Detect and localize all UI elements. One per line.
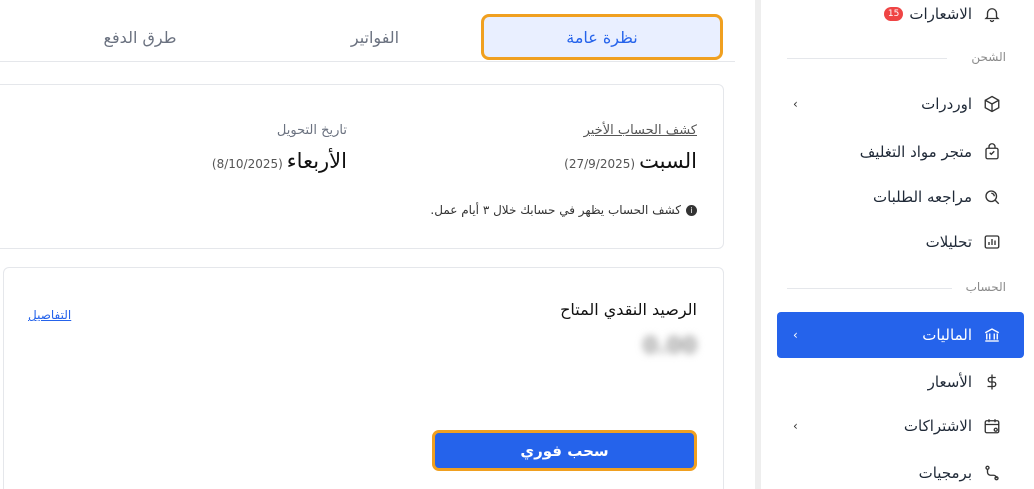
- balance-amount: 0.00: [642, 334, 697, 359]
- transfer-date: (8/10/2025): [211, 157, 283, 171]
- sidebar-item-label: الأسعار: [927, 373, 972, 391]
- sidebar-item-label: الاشعارات: [909, 5, 972, 23]
- tab-invoices[interactable]: الفواتير: [275, 14, 475, 60]
- withdraw-button[interactable]: سحب فوري: [432, 430, 697, 471]
- sidebar-item-finances[interactable]: الماليات ›: [777, 312, 1024, 358]
- sidebar: الاشعارات 15 الشحن اوردرات › متجر مواد ا…: [755, 0, 1034, 489]
- tab-payment-methods[interactable]: طرق الدفع: [40, 14, 240, 60]
- sidebar-item-label: الاشتراكات: [903, 417, 972, 435]
- sidebar-item-prices[interactable]: الأسعار: [777, 362, 1024, 402]
- chevron-icon: ›: [793, 328, 798, 342]
- chevron-icon: ›: [793, 97, 798, 111]
- info-icon: i: [686, 204, 697, 216]
- last-statement-link[interactable]: كشف الحساب الأخير: [584, 123, 697, 138]
- section-label-account: الحساب: [965, 280, 1006, 294]
- sidebar-item-orders[interactable]: اوردرات ›: [777, 84, 1024, 124]
- bell-icon: [982, 4, 1002, 24]
- sidebar-item-software[interactable]: برمجيات: [777, 453, 1024, 489]
- bank-icon: [982, 325, 1002, 345]
- sidebar-item-label: مراجعه الطلبات: [872, 188, 972, 206]
- calendar-icon: [982, 416, 1002, 436]
- sidebar-item-analytics[interactable]: تحليلات: [777, 222, 1024, 262]
- chevron-icon: ›: [793, 419, 798, 433]
- sidebar-item-order-review[interactable]: مراجعه الطلبات: [777, 177, 1024, 217]
- sidebar-item-notifications[interactable]: الاشعارات 15: [777, 0, 1024, 34]
- review-search-icon: [982, 187, 1002, 207]
- sidebar-item-subscriptions[interactable]: الاشتراكات ›: [777, 406, 1024, 446]
- balance-title: الرصيد النقدي المتاح: [560, 300, 697, 319]
- sidebar-item-label: الماليات: [922, 326, 972, 344]
- transfer-day: الأربعاء: [286, 149, 347, 173]
- sidebar-item-label: برمجيات: [918, 464, 972, 482]
- dollar-icon: [982, 372, 1002, 392]
- sidebar-item-label: تحليلات: [925, 233, 972, 251]
- statement-card: كشف الحساب الأخير السبت (27/9/2025) تاري…: [0, 84, 724, 249]
- api-icon: [982, 463, 1002, 483]
- sidebar-item-label: اوردرات: [921, 95, 972, 113]
- shopping-bag-icon: [982, 142, 1002, 162]
- box-icon: [982, 94, 1002, 114]
- tab-overview[interactable]: نظرة عامة: [481, 14, 723, 60]
- details-link[interactable]: التفاصيل: [28, 308, 71, 322]
- last-statement-date: (27/9/2025): [564, 157, 636, 171]
- tabs-bar: طرق الدفع الفواتير نظرة عامة: [0, 10, 735, 62]
- last-statement-day: السبت: [639, 149, 697, 173]
- notification-count-badge: 15: [883, 7, 904, 21]
- section-label-shipping: الشحن: [971, 50, 1006, 64]
- info-note: كشف الحساب يظهر في حسابك خلال ٣ أيام عمل…: [430, 203, 681, 217]
- transfer-date-label: تاريخ التحويل: [276, 123, 347, 138]
- analytics-chart-icon: [982, 232, 1002, 252]
- sidebar-item-packaging-store[interactable]: متجر مواد التغليف: [777, 132, 1024, 172]
- sidebar-item-label: متجر مواد التغليف: [859, 143, 972, 161]
